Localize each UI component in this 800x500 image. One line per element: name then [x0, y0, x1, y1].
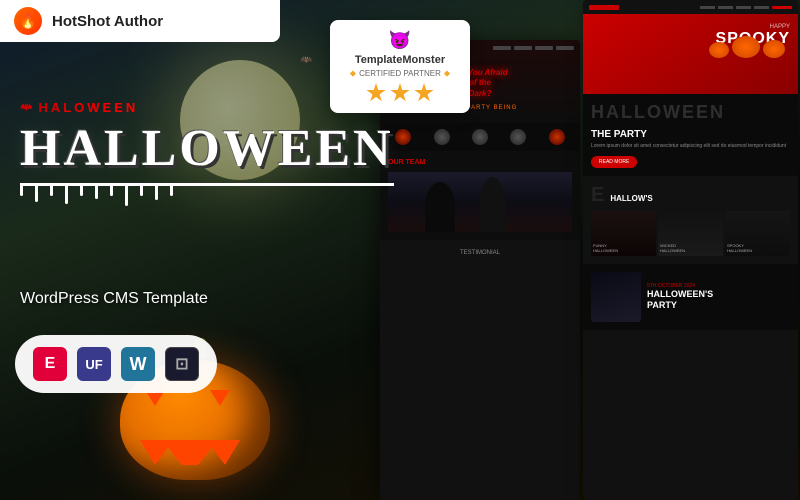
quform-icon: ⊡ [165, 347, 199, 381]
preview-team-section: OUR TEAM [380, 151, 580, 240]
preview-right-screenshot: HAPPY SPOOKY HALLOWEEN THE PARTY Lorem i… [583, 0, 798, 500]
header-logo: 🔥 [14, 7, 42, 35]
elementor-icon: E [33, 347, 67, 381]
header-bar: 🔥 HotShot Author [0, 0, 280, 42]
preview-events-bg: E [591, 184, 606, 207]
preview-cta-button: READ MORE [591, 156, 637, 168]
main-title: HALLOWEEN [20, 123, 394, 186]
badge-stars [346, 83, 454, 103]
preview-party-final: HALLOWEEN'S PARTY [647, 289, 713, 311]
subtitle-label: WordPress CMS Template [20, 290, 208, 308]
preview-events-subtitle: HALLOW'S [610, 194, 652, 203]
preview-team-image [388, 172, 572, 232]
preview-testimonial-title: TESTIMONIAL [386, 250, 574, 256]
badge-certified: ⬥ CERTIFIED PARTNER ⬥ [346, 68, 454, 79]
preview-right-hero: HAPPY SPOOKY [583, 14, 798, 94]
preview-party-title: THE PARTY [591, 129, 790, 140]
wordpress-icon: W [121, 347, 155, 381]
gallery-item-3: SPOOKY HALLOWEEN [725, 211, 790, 256]
gallery-label-2: WICKED HALLOWEEN [660, 244, 685, 254]
gallery-label-3: SPOOKY HALLOWEEN [727, 244, 752, 254]
template-monster-badge: 😈 TemplateMonster ⬥ CERTIFIED PARTNER ⬥ [330, 20, 470, 113]
drip-decoration [20, 184, 394, 206]
preview-icons-row [380, 123, 580, 151]
preview-gallery: FUNNY HALLOWEEN WICKED HALLOWEEN SPOOKY … [591, 211, 790, 256]
gallery-label-1: FUNNY HALLOWEEN [593, 244, 618, 254]
preview-team-title: OUR TEAM [388, 159, 572, 166]
preview-halloween-section: HALLOWEEN THE PARTY Lorem ipsum dolor si… [583, 94, 798, 176]
fire-icon: 🔥 [19, 13, 36, 30]
uf-icon: UF [77, 347, 111, 381]
preview-final-party: 5TH OCTOBER 2024 HALLOWEEN'S PARTY [583, 264, 798, 330]
plugin-icons-row: E UF W ⊡ [15, 335, 217, 393]
header-title: HotShot Author [52, 13, 163, 30]
preview-testimonial: TESTIMONIAL [380, 244, 580, 262]
badge-icon: 😈 [346, 30, 454, 51]
bat-decoration-1: 🦇 [300, 55, 312, 66]
gallery-item-1: FUNNY HALLOWEEN [591, 211, 656, 256]
gallery-item-2: WICKED HALLOWEEN [658, 211, 723, 256]
preview-events-section: E HALLOW'S FUNNY HALLOWEEN WICKED HALLOW… [583, 176, 798, 264]
badge-title: TemplateMonster [346, 54, 454, 66]
preview-party-text: Lorem ipsum dolor sit amet consectetur a… [591, 143, 790, 150]
halloween-logo-area: 🦇 HALOWEEN HALLOWEEN [20, 100, 394, 206]
preview-halloween-title: HALLOWEEN [591, 102, 790, 123]
